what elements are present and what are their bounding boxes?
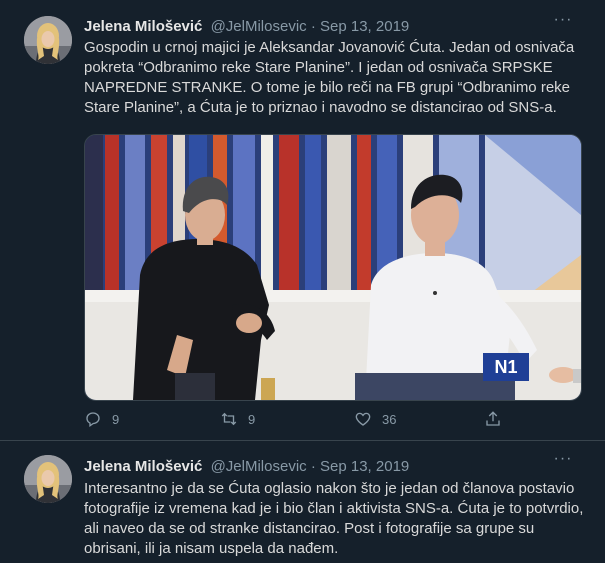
author-handle[interactable]: @JelMilosevic: [211, 458, 307, 475]
reply-button[interactable]: 9: [84, 405, 119, 433]
tweet-actions: 9 9 36: [84, 405, 514, 433]
header-separator: ·: [306, 458, 321, 475]
author-name[interactable]: Jelena Milošević: [84, 18, 202, 35]
reply-icon: [86, 412, 100, 428]
like-icon: [355, 412, 371, 426]
author-name[interactable]: Jelena Milošević: [84, 458, 202, 475]
tweet[interactable]: Jelena Milošević @JelMilosevic · Sep 13,…: [0, 441, 605, 563]
timeline: Jelena Milošević @JelMilosevic · Sep 13,…: [0, 0, 605, 563]
reply-count: 9: [112, 411, 120, 427]
more-icon[interactable]: ···: [553, 451, 573, 473]
retweet-count: 9: [248, 411, 256, 427]
share-icon: [486, 411, 500, 426]
tweet-text: Gospodin u crnoj majici je Aleksandar Jo…: [84, 39, 575, 116]
tweet-date[interactable]: Sep 13, 2019: [320, 18, 409, 35]
retweet-button[interactable]: 9: [220, 405, 255, 433]
tweet-header: Jelena Milošević @JelMilosevic · Sep 13,…: [84, 17, 573, 37]
tweet-date[interactable]: Sep 13, 2019: [320, 458, 409, 475]
author-handle[interactable]: @JelMilosevic: [211, 18, 307, 35]
like-count: 36: [382, 411, 397, 427]
tweet[interactable]: Jelena Milošević @JelMilosevic · Sep 13,…: [0, 0, 605, 441]
avatar[interactable]: [24, 455, 72, 503]
header-separator: ·: [306, 18, 321, 35]
avatar[interactable]: [24, 16, 72, 64]
tweet-media-image[interactable]: N1: [84, 134, 582, 401]
tweet-header: Jelena Milošević @JelMilosevic · Sep 13,…: [84, 457, 573, 477]
more-icon[interactable]: ···: [553, 12, 573, 34]
retweet-icon: [221, 412, 237, 426]
like-button[interactable]: 36: [354, 405, 396, 433]
tweet-text: Interesantno je da se Ćuta oglasio nakon…: [84, 480, 584, 557]
channel-logo: N1: [494, 357, 517, 377]
share-button[interactable]: [484, 405, 502, 433]
